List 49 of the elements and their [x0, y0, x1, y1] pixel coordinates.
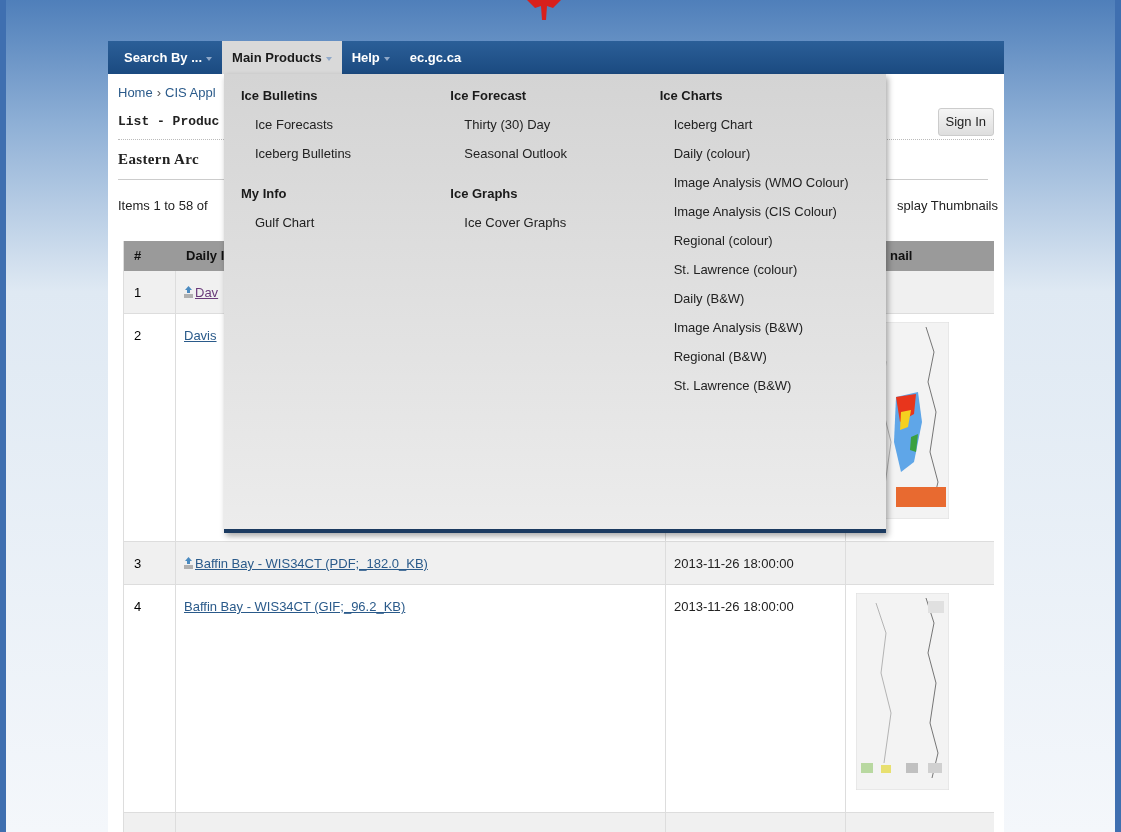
menu-item[interactable]: Regional (colour): [659, 228, 869, 253]
section-title: Eastern Arc: [118, 150, 199, 170]
file-link[interactable]: Dav: [184, 285, 219, 300]
breadcrumb-link[interactable]: Home: [118, 83, 153, 103]
menu-item[interactable]: Thirty (30) Day: [450, 112, 660, 137]
row-number: 4: [134, 599, 142, 614]
items-count: Items 1 to 58 of: [118, 197, 208, 216]
nav-menu-item[interactable]: ec.gc.ca: [399, 41, 472, 74]
menu-group-heading: Ice Graphs: [450, 185, 519, 203]
nav-menu-item[interactable]: Help: [341, 41, 400, 74]
download-icon: [184, 557, 193, 569]
row-number: 1: [134, 285, 142, 300]
menu-item[interactable]: Iceberg Chart: [659, 112, 869, 137]
page-title: List - Produc: [118, 112, 220, 131]
breadcrumb-separator: ›: [156, 84, 162, 103]
breadcrumb-link[interactable]: CIS Appl: [165, 83, 216, 103]
row-number: 2: [134, 328, 142, 343]
nav-menu-item[interactable]: Main Products: [222, 41, 342, 74]
menu-item[interactable]: St. Lawrence (colour): [659, 257, 869, 282]
menu-group-heading: Ice Charts: [659, 87, 724, 105]
download-icon: [184, 286, 193, 298]
file-link[interactable]: Davis: [184, 328, 217, 343]
menu-group-heading: Ice Bulletins: [241, 87, 319, 105]
sign-in-button[interactable]: Sign In: [937, 107, 994, 136]
row-number: 3: [134, 556, 142, 571]
date-cell: 2013-11-26 18:00:00: [674, 556, 794, 571]
menu-item[interactable]: St. Lawrence (B&W): [659, 373, 869, 398]
nav-menu-item[interactable]: Search By ...: [114, 41, 223, 74]
display-thumbnails-label: splay Thumbnails: [897, 197, 998, 216]
menu-item[interactable]: Daily (colour): [659, 141, 869, 166]
menu-item[interactable]: Ice Cover Graphs: [450, 210, 660, 235]
menu-item[interactable]: Image Analysis (CIS Colour): [659, 199, 869, 224]
maple-leaf-icon: [527, 0, 561, 20]
menu-group-heading: My Info: [241, 185, 288, 203]
menu-item[interactable]: Ice Forecasts: [241, 112, 451, 137]
column-header: #: [134, 247, 142, 266]
file-link[interactable]: Baffin Bay - WIS34CT (PDF;_182.0_KB): [184, 556, 428, 571]
menu-item[interactable]: Iceberg Bulletins: [241, 141, 451, 166]
column-header: Daily I: [186, 247, 225, 266]
menu-item[interactable]: Gulf Chart: [241, 210, 451, 235]
date-cell: 2013-11-26 18:00:00: [674, 599, 794, 614]
file-link[interactable]: Baffin Bay - WIS34CT (GIF;_96.2_KB): [184, 599, 406, 614]
menu-item[interactable]: Regional (B&W): [659, 344, 869, 369]
menu-item[interactable]: Image Analysis (B&W): [659, 315, 869, 340]
menu-item[interactable]: Image Analysis (WMO Colour): [659, 170, 869, 195]
column-header: nail: [890, 247, 913, 266]
menu-group-heading: Ice Forecast: [450, 87, 528, 105]
menu-item[interactable]: Daily (B&W): [659, 286, 869, 311]
menu-item[interactable]: Seasonal Outlook: [450, 141, 660, 166]
